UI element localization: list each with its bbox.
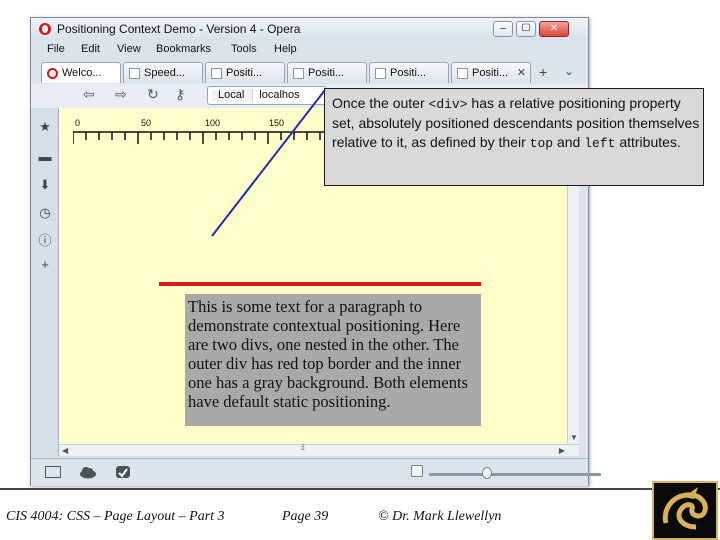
callout-code-left: left [584,136,616,151]
scroll-left-icon[interactable]: ◀ [62,446,68,455]
footer-page-number: Page 39 [282,509,329,524]
ruler-label: 150 [269,118,285,128]
tab-positioning-2[interactable]: Positi... [287,62,367,83]
status-bar [31,458,601,486]
scroll-down-icon[interactable]: ▼ [570,433,578,442]
info-icon[interactable]: ⓘ [38,234,52,248]
close-button[interactable]: ✕ [539,21,569,37]
tab-label: Speed... [144,67,185,79]
menu-file[interactable]: File [47,43,65,55]
sidebar-panel: ★ ▬ ⬇ ◷ ⓘ + [31,108,59,456]
address-input[interactable]: Local localhos [207,86,327,105]
forward-icon[interactable]: ⇨ [115,86,127,103]
tab-positioning-1[interactable]: Positi... [205,62,285,83]
footer-author: © Dr. Mark Llewellyn [378,509,502,524]
menu-bar: File Edit View Bookmarks Tools Help [31,40,588,60]
bookmarks-star-icon[interactable]: ★ [38,120,52,134]
tab-label: Positi... [472,67,509,79]
page-icon [375,68,386,79]
ruler-label: 50 [141,118,152,128]
title-bar: Positioning Context Demo - Version 4 - O… [31,18,588,40]
close-tab-icon[interactable]: ✕ [517,66,526,79]
add-tab-icon[interactable]: + [539,64,547,80]
reload-icon[interactable]: ↻ [147,86,159,103]
callout-text-4: attributes. [615,134,681,150]
menu-bookmarks[interactable]: Bookmarks [156,43,211,55]
maximize-button[interactable]: ☐ [516,21,536,37]
tab-speed-dial[interactable]: Speed... [123,62,203,83]
scroll-grip-icon[interactable]: ⁞⁞⁞ [301,445,305,452]
menu-tools[interactable]: Tools [231,43,257,55]
page-icon [293,68,304,79]
tab-label: Welco... [62,67,102,79]
add-panel-icon[interactable]: + [38,258,52,272]
tab-positioning-3[interactable]: Positi... [369,62,449,83]
callout-code-top: top [529,136,554,151]
ucf-pegasus-logo [652,481,718,540]
opera-tab-icon [47,68,58,79]
ruler-label: 100 [205,118,221,128]
outer-div-red-top-border [159,282,481,286]
tab-welcome[interactable]: Welco... [41,62,121,83]
opera-logo-icon [39,23,51,35]
speed-dial-icon [129,68,140,79]
ruler-label: 0 [75,118,81,128]
page-icon [211,68,222,79]
footer-divider [0,488,720,490]
panel-toggle-icon[interactable] [45,466,61,478]
zoom-slider-track[interactable] [429,473,601,476]
footer-course: CIS 4004: CSS – Page Layout – Part 3 [6,509,225,524]
callout-annotation: Once the outer <div> has a relative posi… [324,88,704,186]
tab-label: Positi... [308,67,345,79]
inner-div-gray-paragraph: This is some text for a paragraph to dem… [185,294,481,426]
tab-bar: Welco... Speed... Positi... Positi... Po… [31,60,588,84]
callout-code-div: <div> [428,97,468,112]
minimize-button[interactable]: – [493,21,513,37]
scheme-label: Local [212,89,254,101]
tab-label: Positi... [390,67,427,79]
history-clock-icon[interactable]: ◷ [38,206,52,220]
pegasus-icon [662,487,708,530]
page-icon [457,68,468,79]
window-title: Positioning Context Demo - Version 4 - O… [57,22,301,36]
tab-menu-icon[interactable]: ⌄ [564,64,574,78]
menu-edit[interactable]: Edit [81,43,100,55]
opera-unite-cloud-icon[interactable] [79,465,97,479]
callout-text-1: Once the outer [332,95,429,111]
menu-help[interactable]: Help [274,43,297,55]
zoom-out-button[interactable] [411,465,423,477]
scroll-right-icon[interactable]: ▶ [559,446,565,455]
back-icon[interactable]: ⇦ [83,86,95,103]
key-icon[interactable]: ⚷ [175,86,185,103]
menu-view[interactable]: View [117,43,141,55]
zoom-slider-thumb[interactable] [482,467,492,479]
tab-positioning-4[interactable]: Positi... ✕ [451,62,531,83]
tab-label: Positi... [226,67,263,79]
downloads-icon[interactable]: ⬇ [38,178,52,192]
url-text: localhos [259,89,300,101]
horizontal-scrollbar[interactable]: ◀ ⁞⁞⁞ ▶ [59,444,579,456]
speedometer-icon[interactable] [115,464,131,480]
notes-icon[interactable]: ▬ [38,150,52,164]
callout-text-3: and [553,134,585,150]
